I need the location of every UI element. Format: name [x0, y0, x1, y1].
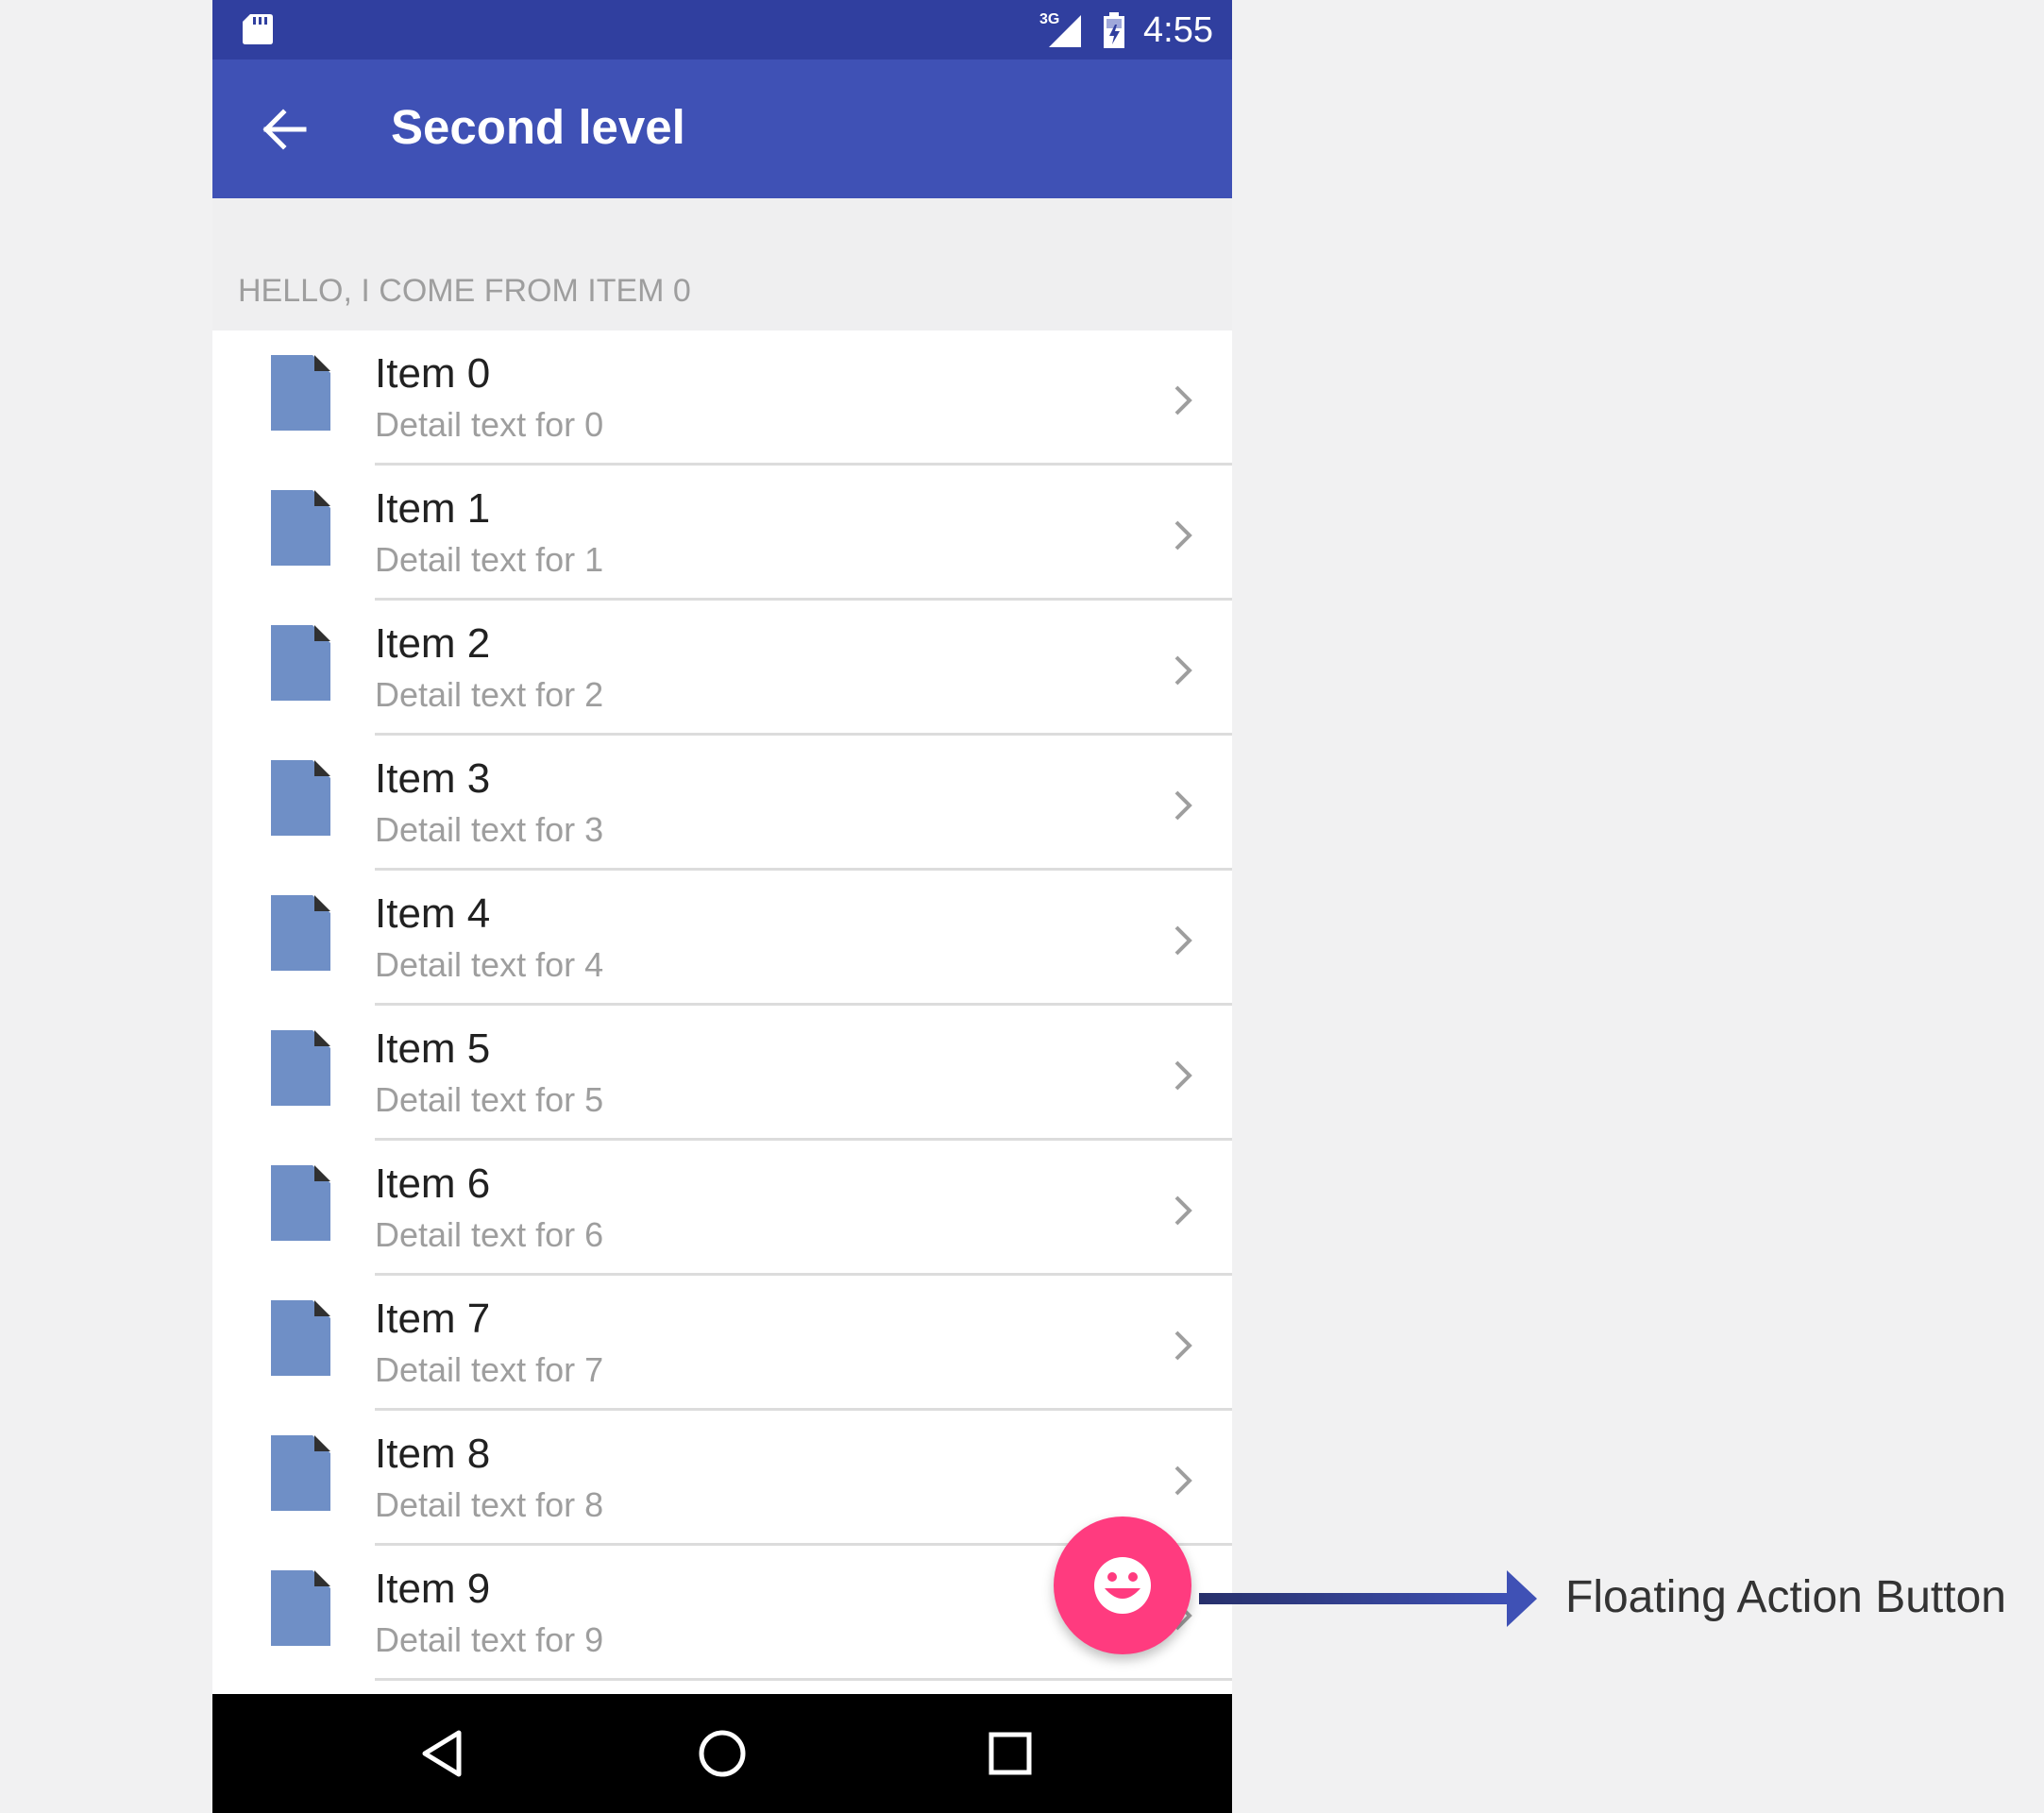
document-icon: [271, 355, 330, 431]
recents-square-icon[interactable]: [982, 1725, 1039, 1782]
list-item-title: Item 7: [375, 1296, 491, 1342]
chevron-right-icon: [1174, 385, 1192, 415]
list-item-title: Item 6: [375, 1161, 491, 1207]
document-icon: [271, 490, 330, 566]
annotation-arrow: [1199, 1570, 1537, 1627]
list-item-detail: Detail text for 3: [375, 810, 604, 849]
document-icon: [271, 1165, 330, 1241]
sd-card-icon: [243, 14, 273, 44]
list-item[interactable]: Item 4 Detail text for 4: [212, 871, 1232, 1006]
document-icon: [271, 1300, 330, 1376]
list-item-detail: Detail text for 7: [375, 1350, 604, 1389]
chevron-right-icon: [1174, 655, 1192, 686]
list-item[interactable]: Item 3 Detail text for 3: [212, 736, 1232, 871]
list-item-title: Item 5: [375, 1025, 491, 1072]
document-icon: [271, 625, 330, 701]
chevron-right-icon: [1174, 1060, 1192, 1091]
list-item-title: Item 3: [375, 755, 491, 802]
document-icon: [271, 760, 330, 836]
list-item-title: Item 8: [375, 1431, 491, 1477]
list-item-detail: Detail text for 0: [375, 405, 604, 444]
back-triangle-icon[interactable]: [415, 1725, 472, 1782]
list-item[interactable]: Item 6 Detail text for 6: [212, 1141, 1232, 1276]
list-item-detail: Detail text for 4: [375, 945, 604, 984]
chevron-right-icon: [1174, 1466, 1192, 1496]
list-item[interactable]: Item 7 Detail text for 7: [212, 1276, 1232, 1411]
list-item-detail: Detail text for 5: [375, 1080, 604, 1119]
list-item[interactable]: Item 8 Detail text for 8: [212, 1411, 1232, 1546]
document-icon: [271, 895, 330, 971]
annotation-label: Floating Action Button: [1565, 1572, 2006, 1622]
chevron-right-icon: [1174, 790, 1192, 821]
document-icon: [271, 1435, 330, 1511]
arrow-left-icon[interactable]: [255, 99, 315, 160]
list-item[interactable]: Item 2 Detail text for 2: [212, 601, 1232, 736]
list-item-title: Item 1: [375, 485, 491, 532]
list-subheader: HELLO, I COME FROM ITEM 0: [212, 198, 1232, 330]
list-item[interactable]: Item 5 Detail text for 5: [212, 1006, 1232, 1141]
list-item[interactable]: Item 1 Detail text for 1: [212, 466, 1232, 601]
navigation-bar: [212, 1694, 1232, 1813]
floating-action-button[interactable]: [1054, 1516, 1191, 1654]
status-clock: 4:55: [1143, 10, 1213, 50]
list-item-detail: Detail text for 2: [375, 675, 604, 714]
chevron-right-icon: [1174, 520, 1192, 551]
chevron-right-icon: [1174, 1195, 1192, 1226]
chevron-right-icon: [1174, 1330, 1192, 1361]
list-item-detail: Detail text for 9: [375, 1620, 604, 1659]
page-title: Second level: [391, 100, 685, 154]
chevron-right-icon: [1174, 925, 1192, 956]
list-item-detail: Detail text for 6: [375, 1215, 604, 1254]
document-icon: [271, 1030, 330, 1106]
list-item-detail: Detail text for 1: [375, 540, 604, 579]
list-item-title: Item 0: [375, 350, 491, 397]
subheader-text: HELLO, I COME FROM ITEM 0: [238, 273, 691, 309]
app-bar: Second level: [212, 59, 1232, 198]
signal-icon: [1049, 15, 1081, 47]
home-circle-icon[interactable]: [694, 1725, 751, 1782]
battery-icon: [1104, 12, 1124, 48]
smiley-icon: [1094, 1557, 1151, 1614]
list-item-title: Item 2: [375, 620, 491, 667]
list-item[interactable]: Item 0 Detail text for 0: [212, 330, 1232, 466]
status-bar: 3G 4:55: [212, 0, 1232, 59]
list-divider: [375, 1678, 1232, 1681]
screenshot-stage: 3G 4:55 Second level HELLO, I COME FROM …: [0, 0, 2044, 1813]
list-item-detail: Detail text for 8: [375, 1485, 604, 1524]
list-item-title: Item 4: [375, 890, 491, 937]
item-list: Item 0 Detail text for 0 Item 1 Detail text…: [212, 330, 1232, 1681]
document-icon: [271, 1570, 330, 1646]
list-item-title: Item 9: [375, 1566, 491, 1612]
